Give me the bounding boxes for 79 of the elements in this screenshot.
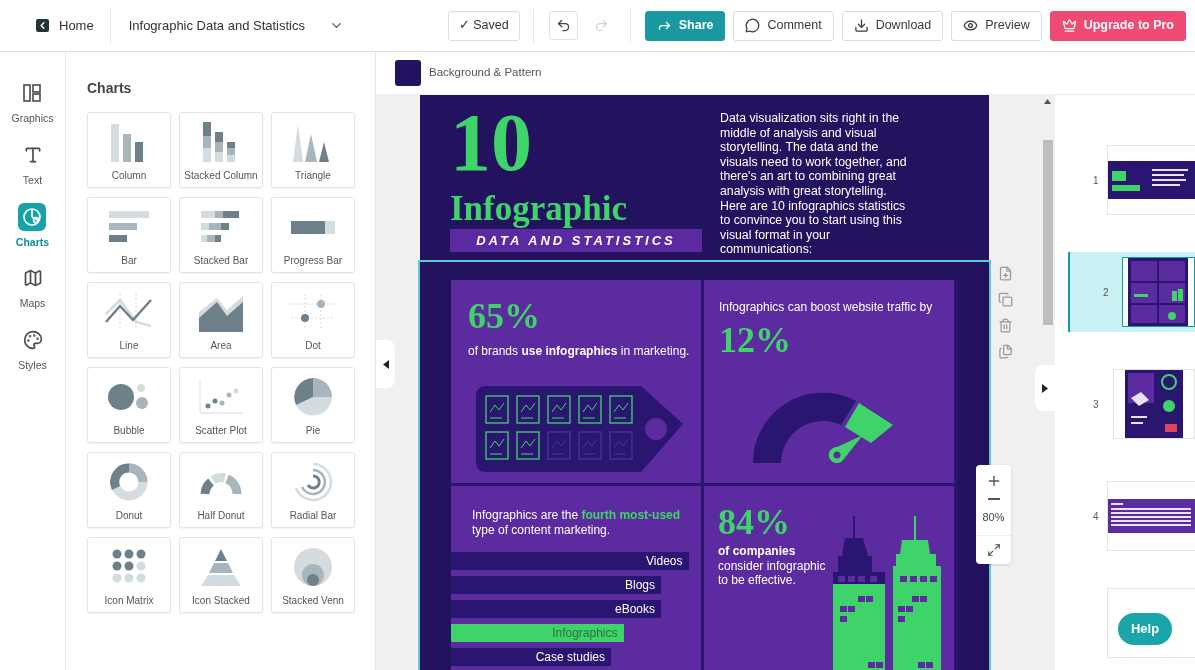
intro-paragraph: Here are 10 infographics statistics to convince you to start using this visual format in your communications: — [720, 198, 907, 257]
saved-button[interactable]: ✓ Saved — [447, 10, 520, 41]
stat-caption: Infographics are the fourth most-used type of content marketing. — [471, 508, 681, 538]
stat-value: 84% — [718, 504, 791, 540]
caret-right-icon — [1042, 383, 1048, 393]
palette-icon — [22, 330, 43, 350]
panel-title: Charts — [87, 79, 133, 98]
comment-button[interactable]: Comment — [733, 10, 834, 41]
stat-value: 12% — [719, 322, 792, 358]
scrollbar-thumb[interactable] — [1042, 140, 1053, 325]
redo-icon — [593, 18, 609, 33]
headline-word: Infographic — [450, 191, 628, 227]
chart-type-card[interactable]: Area — [179, 282, 263, 358]
background-label: Background & Pattern — [429, 65, 542, 81]
eye-icon — [963, 18, 979, 33]
chart-type-card[interactable]: Dot — [271, 282, 355, 358]
chart-type-card[interactable]: Donut — [87, 452, 171, 528]
home-link[interactable]: Home — [36, 15, 110, 36]
chart-type-card[interactable]: Stacked Bar — [179, 197, 263, 273]
ranking-bar: Infographics — [451, 624, 624, 642]
chart-type-card[interactable]: Half Donut — [179, 452, 263, 528]
zoom-level: 80% — [982, 510, 1005, 525]
sidebar-tab[interactable]: Graphics — [11, 79, 54, 127]
chart-type-card[interactable]: Icon Stacked — [179, 537, 263, 613]
background-swatch[interactable] — [395, 60, 421, 86]
chart-type-card[interactable]: Progress Bar — [271, 197, 355, 273]
layout-icon — [22, 83, 43, 103]
crown-icon — [1061, 18, 1077, 33]
page-number: 2 — [1103, 285, 1110, 300]
comment-icon — [745, 18, 761, 33]
sidebar-tab[interactable]: Styles — [18, 326, 47, 374]
pie-chart-icon — [22, 206, 43, 227]
undo-button[interactable] — [548, 11, 578, 40]
page-thumbnail[interactable] — [1125, 370, 1183, 438]
stat-caption: of brands use infographics in marketing. — [468, 343, 691, 360]
chart-type-card[interactable]: Stacked Column — [179, 112, 263, 188]
chart-type-card[interactable]: Bar — [87, 197, 171, 273]
ranking-bar: Blogs — [451, 576, 661, 594]
download-button[interactable]: Download — [841, 10, 944, 41]
chart-type-card[interactable]: Line — [87, 282, 171, 358]
collapse-panel-tab[interactable] — [376, 340, 395, 388]
preview-button[interactable]: Preview — [951, 10, 1042, 41]
chart-type-card[interactable]: Pie — [271, 367, 355, 443]
chart-type-card[interactable]: Scatter Plot — [179, 367, 263, 443]
ranking-bar: Case studies — [451, 648, 611, 666]
chart-type-card[interactable]: Icon Matrix — [87, 537, 171, 613]
page-thumbnail-item[interactable]: 2 — [1068, 252, 1195, 332]
scroll-up-icon[interactable] — [1044, 99, 1051, 104]
stat-value: 65% — [468, 298, 541, 334]
sidebar-tab[interactable]: Maps — [18, 264, 47, 312]
chart-type-card[interactable]: Triangle — [271, 112, 355, 188]
page-thumbnail[interactable] — [1128, 258, 1189, 326]
page-thumbnail[interactable] — [1107, 161, 1195, 199]
headline-number: 10 — [450, 107, 533, 179]
chart-type-card[interactable]: Column — [87, 112, 171, 188]
ranking-bar: eBooks — [451, 600, 661, 618]
page-number: 3 — [1093, 397, 1100, 412]
back-icon — [36, 19, 49, 32]
expand-panel-tab[interactable] — [1035, 365, 1055, 411]
ranking-bar: Videos — [451, 552, 689, 570]
document-title-dropdown[interactable]: Infographic Data and Statistics — [110, 15, 344, 36]
page-number: 1 — [1093, 173, 1099, 188]
expand-icon — [986, 542, 1001, 557]
page-thumbnail[interactable] — [1107, 499, 1195, 533]
subtitle-banner: DATA AND STATISTICS — [450, 229, 702, 252]
chart-type-card[interactable]: Bubble — [87, 367, 171, 443]
intro-paragraph: Data visualization sits right in the middle of analysis and visual storytelling. The data and the visuals need to work together, and there's an art to combining great analysis with great storytelling. — [720, 111, 908, 199]
stat-caption: Infographics can boost website traffic by — [719, 299, 934, 316]
map-icon — [22, 268, 43, 289]
stat-caption: of companies consider infographic to be effective. — [718, 544, 827, 588]
caret-left-icon — [382, 359, 389, 369]
sidebar-tab[interactable]: Text — [18, 140, 47, 189]
page-number: 4 — [1093, 509, 1099, 524]
undo-icon — [555, 18, 571, 33]
upgrade-button[interactable]: Upgrade to Pro — [1049, 10, 1186, 41]
chart-type-card[interactable]: Radial Bar — [271, 452, 355, 528]
download-icon — [853, 18, 869, 33]
chart-type-card[interactable]: Stacked Venn — [271, 537, 355, 613]
sidebar-tab[interactable]: Charts — [15, 202, 50, 251]
